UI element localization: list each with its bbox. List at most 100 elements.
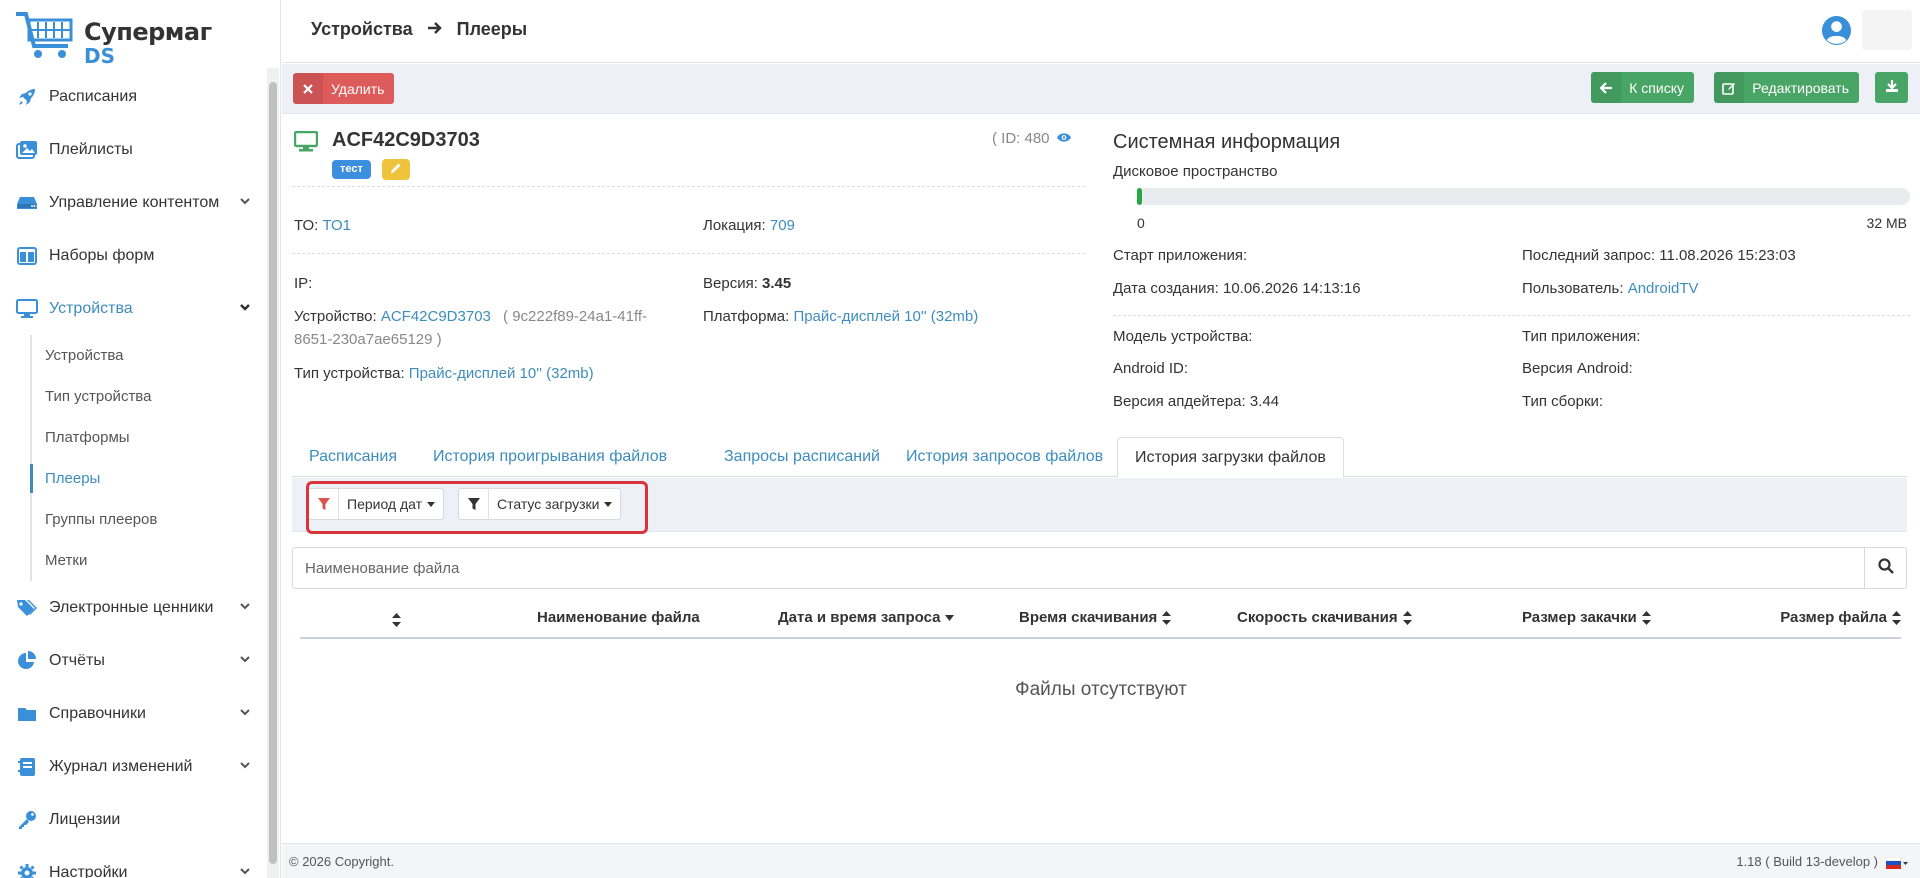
- search-input[interactable]: [293, 548, 1864, 588]
- tab-playback-history[interactable]: История проигрывания файлов: [416, 437, 684, 477]
- desktop-icon: [294, 131, 318, 152]
- footer: © 2026 Copyright. 1.18 ( Build 13-develo…: [282, 843, 1920, 878]
- sidebar-scrollbar-thumb[interactable]: [269, 82, 277, 864]
- subnav-item-device-types[interactable]: Тип устройства: [32, 376, 266, 417]
- column-request-datetime[interactable]: Дата и время запроса: [778, 609, 955, 626]
- sidebar-item-changelog[interactable]: Журнал изменений: [0, 740, 266, 793]
- column-downloaded-size[interactable]: Размер закачки: [1522, 609, 1651, 626]
- last-request: Последний запрос: 11.08.2026 15:23:03: [1522, 247, 1796, 264]
- russian-flag-language-selector[interactable]: [1885, 856, 1908, 869]
- sidebar-item-label: Устройства: [49, 299, 133, 317]
- close-icon: [293, 73, 323, 104]
- device-type-link[interactable]: Прайс-дисплей 10'' (32mb): [409, 365, 594, 382]
- download-button[interactable]: [1875, 72, 1908, 103]
- user-link[interactable]: AndroidTV: [1628, 280, 1699, 297]
- sidebar: Супермаг DS Расписания Плейлисты Управле…: [0, 0, 281, 878]
- sidebar-item-schedules[interactable]: Расписания: [0, 70, 266, 123]
- edit-icon: [1714, 72, 1745, 103]
- divider: [292, 253, 1085, 254]
- sidebar-item-reports[interactable]: Отчёты: [0, 634, 266, 687]
- build-type: Тип сборки:: [1522, 393, 1604, 410]
- search-icon: [1877, 558, 1894, 578]
- column-label: Размер закачки: [1522, 609, 1637, 626]
- device-model: Модель устройства:: [1113, 328, 1253, 345]
- column-download-speed[interactable]: Скорость скачивания: [1237, 609, 1412, 626]
- back-to-list-button[interactable]: К списку: [1591, 72, 1694, 103]
- breadcrumb-devices[interactable]: Устройства: [311, 19, 413, 40]
- subnav-item-player-groups[interactable]: Группы плееров: [32, 499, 266, 540]
- hdd-icon: [15, 191, 39, 215]
- tab-file-request-history[interactable]: История запросов файлов: [889, 437, 1120, 477]
- arrow-right-icon: [427, 19, 443, 40]
- column-file-name[interactable]: Наименование файла: [537, 609, 700, 626]
- version-value: 3.45: [762, 275, 792, 292]
- to-link[interactable]: ТО1: [323, 217, 352, 234]
- delete-button[interactable]: Удалить: [293, 73, 395, 104]
- sidebar-item-content[interactable]: Управление контентом: [0, 176, 266, 229]
- device-link[interactable]: ACF42C9D3703: [381, 308, 491, 325]
- edit-tags-button[interactable]: [382, 159, 410, 180]
- device-label: Устройство:: [294, 308, 377, 325]
- subnav-item-platforms[interactable]: Платформы: [32, 417, 266, 458]
- column-label: Наименование файла: [537, 609, 700, 626]
- subnav-item-players[interactable]: Плееры: [30, 458, 266, 499]
- platform-link[interactable]: Прайс-дисплей 10'' (32mb): [793, 308, 978, 325]
- sidebar-item-label: Журнал изменений: [49, 757, 193, 775]
- build-version: 1.18 ( Build 13-develop ): [1736, 854, 1878, 869]
- user-avatar-icon[interactable]: [1821, 15, 1852, 46]
- sidebar-item-licenses[interactable]: Лицензии: [0, 793, 266, 846]
- arrow-left-icon: [1591, 72, 1622, 103]
- column-label: Размер файла: [1780, 609, 1887, 626]
- sidebar-item-form-sets[interactable]: Наборы форм: [0, 229, 266, 282]
- tab-file-download-history[interactable]: История загрузки файлов: [1117, 437, 1344, 478]
- gear-icon: [15, 861, 39, 878]
- pencil-icon: [390, 161, 402, 178]
- key-icon: [15, 808, 39, 832]
- column-download-time[interactable]: Время скачивания: [1019, 609, 1172, 626]
- sidebar-item-playlists[interactable]: Плейлисты: [0, 123, 266, 176]
- pie-chart-icon: [15, 649, 39, 673]
- field-device: Устройство: ACF42C9D3703 ( 9c222f89-24a1…: [294, 308, 647, 325]
- sidebar-item-settings[interactable]: Настройки: [0, 846, 266, 878]
- chevron-down-icon: [240, 603, 250, 610]
- sidebar-item-label: Лицензии: [49, 810, 121, 828]
- subnav-item-labels[interactable]: Метки: [32, 540, 266, 581]
- location-link[interactable]: 709: [770, 217, 795, 234]
- filter-bar: Период дат Статус загрузки: [292, 478, 1907, 534]
- to-label: ТО:: [294, 217, 319, 234]
- search-box: [292, 547, 1907, 589]
- sort-icon: [1892, 610, 1901, 625]
- chevron-down-icon: [240, 304, 250, 311]
- sidebar-item-devices[interactable]: Устройства: [0, 282, 266, 335]
- sort-icon[interactable]: [392, 613, 401, 627]
- divider: [292, 186, 1085, 187]
- field-ip: IP:: [294, 275, 312, 292]
- field-location: Локация: 709: [703, 217, 795, 234]
- sidebar-item-price-tags[interactable]: Электронные ценники: [0, 581, 266, 634]
- columns-icon: [15, 244, 39, 268]
- eye-icon[interactable]: [1056, 130, 1072, 147]
- column-file-size[interactable]: Размер файла: [1780, 609, 1901, 626]
- ip-label: IP:: [294, 275, 313, 292]
- images-icon: [15, 138, 39, 162]
- brand-logo[interactable]: Супермаг DS: [14, 10, 214, 68]
- sort-desc-icon: [945, 614, 955, 621]
- sidebar-item-directories[interactable]: Справочники: [0, 687, 266, 740]
- app-start: Старт приложения:: [1113, 247, 1248, 264]
- top-bar: Устройства Плееры: [282, 0, 1920, 63]
- edit-button[interactable]: Редактировать: [1714, 72, 1859, 103]
- user-name-blurred[interactable]: [1862, 10, 1912, 50]
- disk-min: 0: [1137, 215, 1145, 231]
- platform-label: Платформа:: [703, 308, 790, 325]
- breadcrumb: Устройства Плееры: [311, 19, 527, 40]
- device-uuid-cont: 8651-230a7ae65129 ): [294, 331, 442, 348]
- search-button[interactable]: [1864, 548, 1906, 588]
- highlight-box: [306, 481, 648, 534]
- tab-schedule-requests[interactable]: Запросы расписаний: [707, 437, 897, 477]
- subnav-item-devices[interactable]: Устройства: [32, 335, 266, 376]
- sidebar-item-label: Справочники: [49, 704, 146, 722]
- sidebar-item-label: Отчёты: [49, 651, 105, 669]
- device-uuid: ( 9c222f89-24a1-41ff-: [503, 308, 648, 325]
- download-icon: [1885, 79, 1899, 96]
- tab-schedules[interactable]: Расписания: [292, 437, 414, 477]
